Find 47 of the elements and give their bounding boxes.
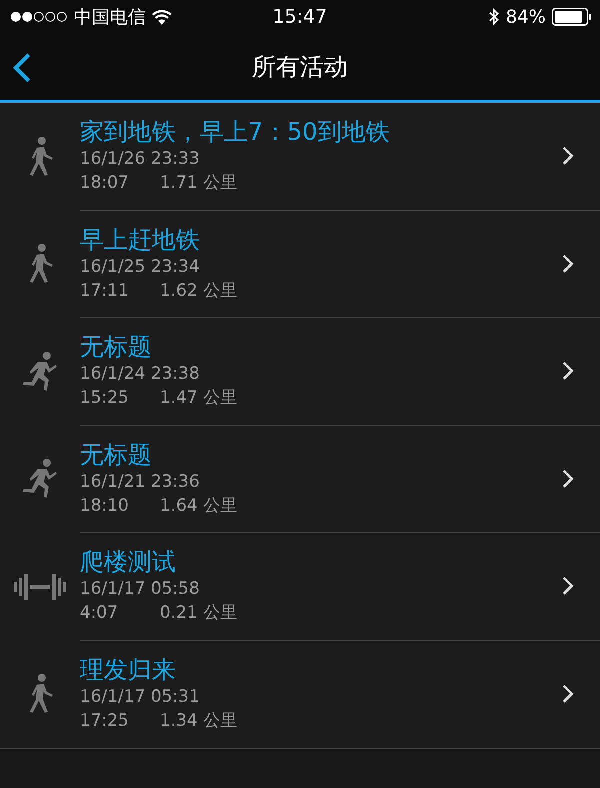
battery-icon [552, 8, 592, 26]
activity-distance: 1.64 公里 [160, 494, 238, 518]
activity-row[interactable]: 爬楼测试 16/1/17 05:58 4:07 0.21 公里 [0, 533, 600, 640]
activity-date: 16/1/17 05:31 [80, 686, 201, 710]
activity-row[interactable]: 无标题 16/1/24 23:38 15:25 1.47 公里 [0, 318, 600, 426]
chevron-icon [562, 576, 574, 596]
activity-duration: 17:25 [80, 710, 130, 734]
chevron-icon [562, 146, 574, 166]
status-time: 15:47 [272, 6, 328, 28]
activity-date: 16/1/17 05:58 [80, 578, 201, 602]
screen-title: 所有活动 [252, 52, 348, 83]
activity-title: 无标题 [80, 332, 153, 362]
signal-icon [10, 11, 68, 23]
dumbbell-icon [14, 572, 66, 601]
activity-title: 家到地铁，早上7：50到地铁 [80, 117, 390, 148]
activity-row[interactable]: 无标题 16/1/21 23:36 18:10 1.64 公里 [0, 426, 600, 533]
activity-title: 早上赶地铁 [80, 224, 201, 255]
activity-distance: 1.47 公里 [160, 387, 238, 410]
activity-distance: 0.21 公里 [160, 602, 238, 626]
activity-row[interactable]: 早上赶地铁 16/1/25 23:34 17:11 1.62 公里 [0, 210, 600, 318]
activity-title: 爬楼测试 [80, 547, 177, 578]
activity-title: 理发归来 [80, 655, 177, 686]
activity-date: 16/1/24 23:38 [80, 363, 201, 386]
activity-duration: 18:07 [80, 172, 130, 196]
activity-date: 16/1/21 23:36 [80, 470, 201, 494]
activity-row[interactable]: 理发归来 16/1/17 05:31 17:25 1.34 公里 [0, 640, 600, 748]
battery-percent: 84% [506, 6, 546, 28]
chevron-icon [562, 468, 574, 489]
activity-date: 16/1/26 23:33 [80, 148, 201, 172]
activity-title: 无标题 [80, 440, 153, 470]
wifi-icon [152, 10, 172, 24]
activity-duration: 15:25 [80, 387, 130, 410]
chevron-icon [562, 254, 574, 274]
carrier-name: 中国电信 [74, 6, 146, 29]
activity-duration: 18:10 [80, 494, 130, 518]
bluetooth-icon [488, 8, 500, 26]
running-person-icon [20, 352, 60, 392]
activity-date: 16/1/25 23:34 [80, 256, 201, 279]
activity-distance: 1.34 公里 [160, 710, 238, 734]
activity-duration: 4:07 [80, 602, 120, 626]
chevron-icon [562, 684, 574, 704]
activity-duration: 17:11 [80, 280, 130, 303]
chevron-icon [562, 361, 574, 382]
activity-distance: 1.62 公里 [160, 280, 238, 303]
running-person-icon [20, 459, 60, 500]
activity-row[interactable]: 家到地铁，早上7：50到地铁 16/1/26 23:33 18:07 1.71 公里 [0, 103, 600, 210]
activity-distance: 1.71 公里 [160, 172, 238, 196]
